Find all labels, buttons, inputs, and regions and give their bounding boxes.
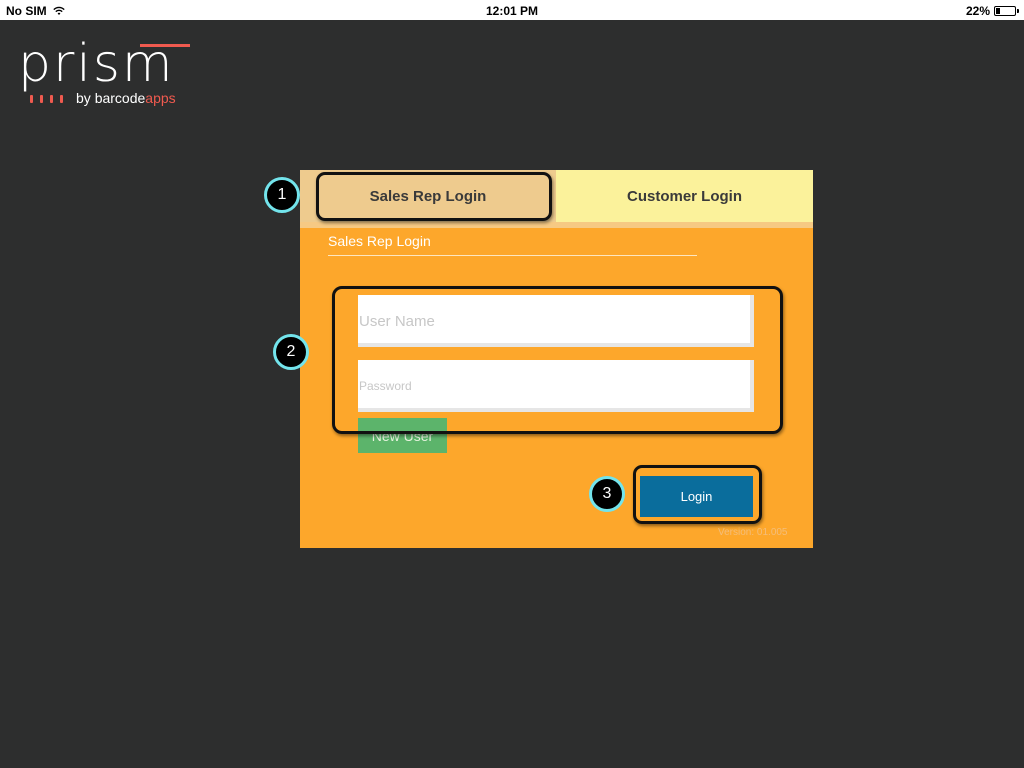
logo-dot	[40, 95, 43, 103]
password-input[interactable]	[358, 360, 754, 412]
step-marker-2: 2	[273, 334, 309, 370]
login-tabs: Sales Rep Login Customer Login	[300, 170, 813, 222]
login-button[interactable]: Login	[640, 476, 753, 517]
logo-by-text: by	[76, 90, 95, 106]
panel-title-divider	[328, 255, 697, 256]
logo-dots	[30, 95, 63, 103]
new-user-button[interactable]: New User	[358, 418, 447, 453]
status-right: 22%	[965, 4, 1019, 18]
battery-icon	[994, 6, 1019, 16]
login-panel: Sales Rep Login Customer Login Sales Rep…	[300, 170, 813, 548]
status-bar: No SIM 12:01 PM 22%	[0, 0, 1024, 20]
logo-brand-prefix: barcode	[94, 90, 146, 106]
logo-dot	[50, 95, 53, 103]
step-marker-3: 3	[589, 476, 625, 512]
logo-brand-accent: apps	[145, 90, 176, 106]
prism-logo: prism by barcodeapps	[18, 38, 198, 108]
logo-byline: by barcodeapps	[76, 90, 176, 106]
step-marker-1: 1	[264, 177, 300, 213]
tab-customer-login[interactable]: Customer Login	[556, 170, 813, 222]
username-input[interactable]	[358, 295, 754, 347]
panel-title: Sales Rep Login	[328, 233, 431, 249]
version-label: Version: 01.005	[718, 527, 788, 538]
logo-dot	[60, 95, 63, 103]
logo-dot	[30, 95, 33, 103]
tab-sales-rep-login[interactable]: Sales Rep Login	[300, 170, 556, 222]
tab-underline	[300, 222, 813, 228]
clock: 12:01 PM	[485, 4, 539, 18]
logo-accent-bar	[140, 44, 190, 47]
battery-fill	[996, 8, 1000, 14]
battery-tip	[1017, 9, 1019, 13]
battery-percent: 22%	[965, 4, 990, 18]
